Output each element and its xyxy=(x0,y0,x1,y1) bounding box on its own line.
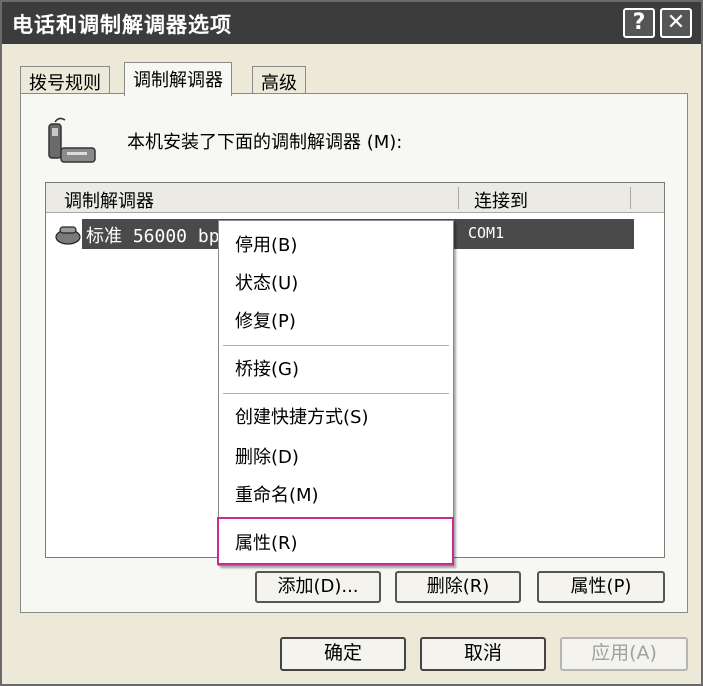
title-bar[interactable]: 电话和调制解调器选项 ? ✕ xyxy=(2,2,701,44)
column-separator[interactable] xyxy=(630,187,631,209)
menu-item-status[interactable]: 状态(U) xyxy=(235,269,298,295)
column-separator[interactable] xyxy=(458,187,459,209)
menu-item-rename[interactable]: 重命名(M) xyxy=(235,481,319,507)
menu-item-bridge[interactable]: 桥接(G) xyxy=(235,355,299,381)
tab-modems[interactable]: 调制解调器 xyxy=(124,62,232,96)
tab-advanced[interactable]: 高级 xyxy=(252,66,306,94)
menu-item-repair[interactable]: 修复(P) xyxy=(235,307,296,333)
menu-separator xyxy=(223,393,449,395)
add-button[interactable]: 添加(D)... xyxy=(255,571,381,603)
context-menu: 停用(B) 状态(U) 修复(P) 桥接(G) 创建快捷方式(S) 删除(D) … xyxy=(217,220,454,566)
cancel-button[interactable]: 取消 xyxy=(420,637,546,671)
column-header-modem[interactable]: 调制解调器 xyxy=(64,187,154,213)
menu-item-properties[interactable]: 属性(R) xyxy=(235,529,298,555)
close-button[interactable]: ✕ xyxy=(660,8,692,38)
menu-separator xyxy=(223,345,449,347)
properties-button[interactable]: 属性(P) xyxy=(537,571,665,603)
remove-button[interactable]: 删除(R) xyxy=(395,571,521,603)
menu-item-delete[interactable]: 删除(D) xyxy=(235,443,299,469)
phone-modem-icon xyxy=(55,226,81,245)
intro-text: 本机安装了下面的调制解调器 (M): xyxy=(127,132,403,153)
apply-button[interactable]: 应用(A) xyxy=(560,637,688,671)
tab-dialing-rules[interactable]: 拨号规则 xyxy=(20,66,110,94)
window-title: 电话和调制解调器选项 xyxy=(12,13,232,37)
menu-item-create-shortcut[interactable]: 创建快捷方式(S) xyxy=(235,403,368,429)
menu-item-disable[interactable]: 停用(B) xyxy=(235,231,297,257)
modem-icon xyxy=(48,117,96,163)
column-header-connected-to[interactable]: 连接到 xyxy=(474,187,528,213)
help-button[interactable]: ? xyxy=(623,8,655,38)
ok-button[interactable]: 确定 xyxy=(280,637,406,671)
modem-name: 标准 56000 bp xyxy=(86,226,220,247)
list-header: 调制解调器 连接到 xyxy=(46,183,664,213)
modem-port: COM1 xyxy=(468,224,505,242)
phone-modem-options-dialog: 电话和调制解调器选项 ? ✕ 拨号规则 调制解调器 高级 本机安装了下面的调制解… xyxy=(0,0,703,686)
